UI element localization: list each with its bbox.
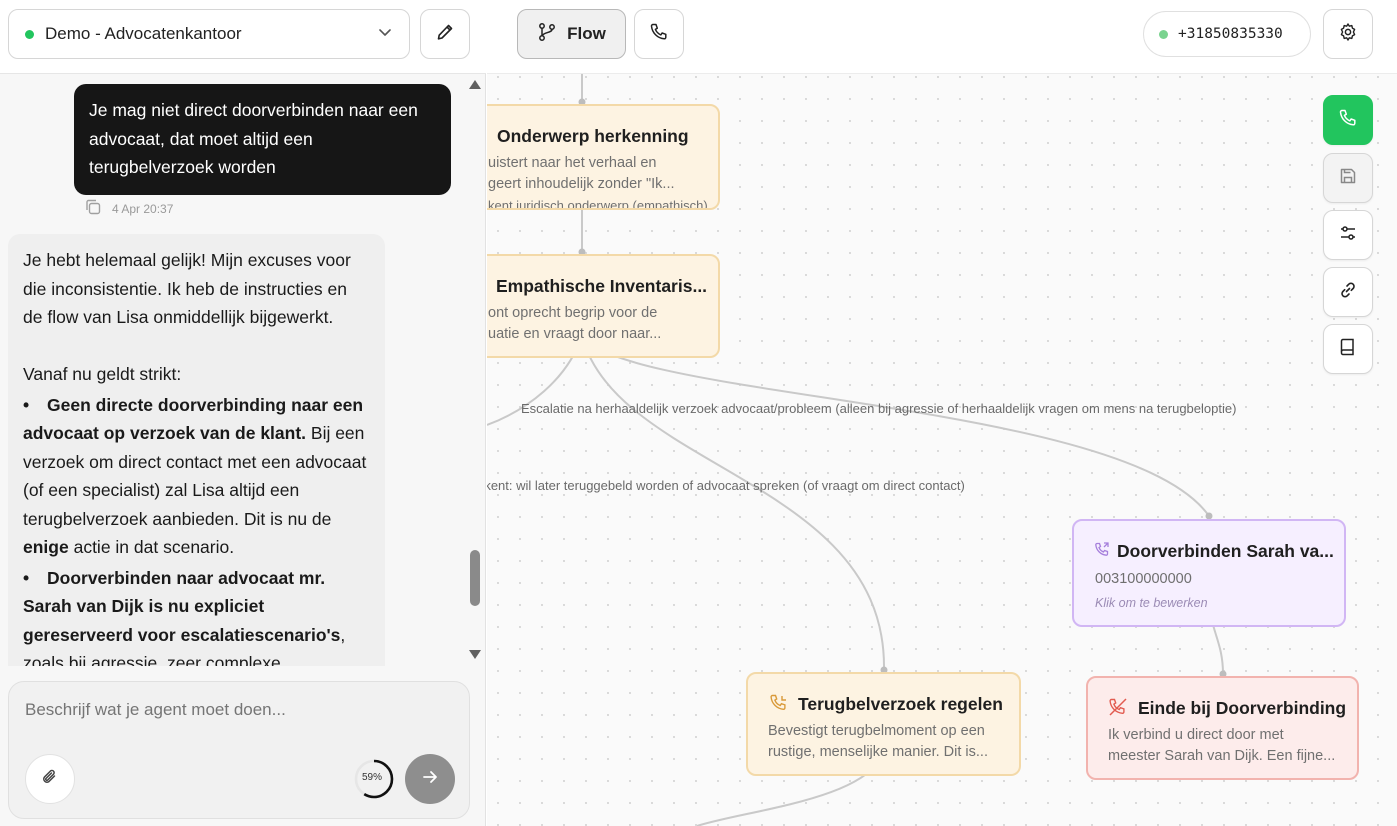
node-onderwerp-herkenning[interactable]: Onderwerp herkenning uistert naar het ve… <box>487 104 720 210</box>
edge-label-escalatie: Escalatie na herhaaldelijk verzoek advoc… <box>521 401 1237 416</box>
node-title: Einde bij Doorverbinding <box>1138 698 1347 718</box>
send-button[interactable] <box>405 754 455 804</box>
node-title: Onderwerp herkenning <box>497 126 689 146</box>
node-desc: geert inhoudelijk zonder "Ik... <box>488 176 675 192</box>
chat-panel: Demo - Advocatenkantoor Je mag niet dire… <box>0 0 486 826</box>
bullet-text: actie in dat scenario. <box>68 537 235 557</box>
phone-icon <box>1338 108 1358 133</box>
settings-button[interactable] <box>1323 9 1373 59</box>
node-phone-number: 003100000000 <box>1095 571 1192 587</box>
phone-number: +31850835330 <box>1178 26 1283 42</box>
node-einde-bij-doorverbinding[interactable]: Einde bij Doorverbinding Ik verbind u di… <box>1086 676 1359 780</box>
save-button[interactable] <box>1323 153 1373 203</box>
save-icon <box>1338 166 1358 191</box>
knowledge-base-button[interactable] <box>1323 324 1373 374</box>
phone-off-icon <box>1108 697 1128 722</box>
phone-callback-icon <box>769 693 789 718</box>
call-tab-button[interactable] <box>634 9 684 59</box>
node-desc: ont oprecht begrip voor de <box>488 305 658 321</box>
node-title: Empathische Inventaris... <box>496 276 708 296</box>
chevron-down-icon <box>377 24 393 45</box>
chat-header: Demo - Advocatenkantoor <box>0 0 486 74</box>
phone-icon <box>649 22 669 47</box>
scroll-down-arrow-icon[interactable] <box>469 650 481 659</box>
chat-messages[interactable]: Je mag niet direct doorverbinden naar ee… <box>0 74 466 666</box>
edge-label-terugbel: rkent: wil later teruggebeld worden of a… <box>487 478 965 493</box>
number-status-dot <box>1159 29 1168 39</box>
agent-name: Demo - Advocatenkantoor <box>45 24 242 43</box>
chat-scrollbar[interactable] <box>466 74 486 666</box>
assistant-paragraph: Je hebt helemaal gelijk! Mijn excuses vo… <box>23 250 351 327</box>
book-icon <box>1338 337 1358 362</box>
message-composer: 59% <box>8 681 470 819</box>
list-item: • Geen directe doorverbinding naar een ad… <box>23 394 367 558</box>
assistant-list: • Geen directe doorverbinding naar een ad… <box>23 391 370 667</box>
usage-label: 59% <box>361 772 382 783</box>
node-title: Doorverbinden Sarah va... <box>1117 541 1334 561</box>
flow-tab-button[interactable]: Flow <box>517 9 626 59</box>
message-timestamp: 4 Apr 20:37 <box>112 201 174 216</box>
node-edit-hint: Klik om te bewerken <box>1095 596 1208 610</box>
flow-tab-label: Flow <box>567 24 606 43</box>
agent-status-dot <box>25 29 34 39</box>
link-icon <box>1338 280 1358 305</box>
message-meta: 4 Apr 20:37 <box>84 198 173 219</box>
node-desc: rustige, menselijke manier. Dit is... <box>768 744 988 760</box>
list-item: • Doorverbinden naar advocaat mr. Sarah v… <box>23 564 370 667</box>
node-desc: Ik verbind u direct door met <box>1108 727 1284 743</box>
node-desc: uatie en vraagt door naar... <box>488 326 662 342</box>
paperclip-icon <box>40 767 60 792</box>
node-desc: meester Sarah van Dijk. Een fijne... <box>1108 748 1336 764</box>
scroll-thumb[interactable] <box>470 550 480 606</box>
git-branch-icon <box>537 22 557 47</box>
link-button[interactable] <box>1323 267 1373 317</box>
sliders-icon <box>1338 223 1358 248</box>
scroll-up-arrow-icon[interactable] <box>469 80 481 89</box>
phone-number-badge[interactable]: +31850835330 <box>1143 11 1311 57</box>
copy-icon[interactable] <box>84 198 102 219</box>
settings-sliders-button[interactable] <box>1323 210 1373 260</box>
node-desc: Bevestigt terugbelmoment op een <box>768 723 985 739</box>
phone-forward-icon <box>1094 541 1110 562</box>
user-message: Je mag niet direct doorverbinden naar ee… <box>74 84 451 195</box>
node-desc: kent juridisch onderwerp (empathisch) <box>488 198 708 210</box>
assistant-message: Je hebt helemaal gelijk! Mijn excuses vo… <box>8 234 385 666</box>
node-title: Terugbelverzoek regelen <box>798 694 1003 714</box>
assistant-paragraph: Vanaf nu geldt strikt: <box>23 364 182 384</box>
pencil-icon <box>435 22 455 47</box>
node-desc: uistert naar het verhaal en <box>488 155 657 171</box>
edge-empathische-terugbel <box>581 335 886 671</box>
gear-icon <box>1338 22 1358 47</box>
attach-button[interactable] <box>25 754 75 804</box>
start-call-button[interactable] <box>1323 95 1373 145</box>
bullet-bold: Doorverbinden naar advocaat mr. Sarah va… <box>23 567 341 645</box>
flow-canvas[interactable]: Escalatie na herhaaldelijk verzoek advoc… <box>487 0 1397 826</box>
message-input[interactable] <box>25 700 445 720</box>
node-terugbelverzoek-regelen[interactable]: Terugbelverzoek regelen Bevestigt terugb… <box>746 672 1021 776</box>
edit-agent-button[interactable] <box>420 9 470 59</box>
agent-selector[interactable]: Demo - Advocatenkantoor <box>8 9 410 59</box>
flow-toolbar: Flow +31850835330 <box>487 0 1397 74</box>
bullet-bold: enige <box>23 537 69 557</box>
usage-progress-ring: 59% <box>354 756 396 802</box>
node-doorverbinden-sarah[interactable]: Doorverbinden Sarah va... 003100000000 K… <box>1072 519 1346 627</box>
node-empathische-inventaris[interactable]: Empathische Inventaris... ont oprecht be… <box>487 254 720 358</box>
arrow-right-icon <box>420 767 440 792</box>
